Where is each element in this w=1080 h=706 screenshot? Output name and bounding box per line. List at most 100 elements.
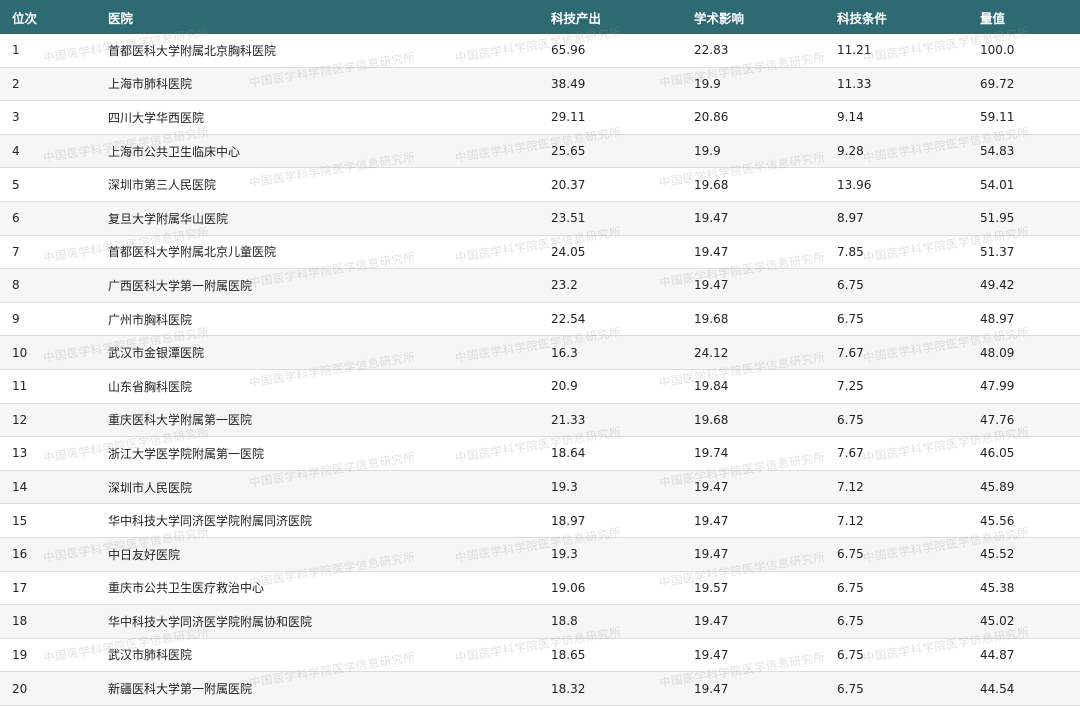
cell-sci-conditions: 9.14: [837, 100, 980, 135]
cell-hospital: 广西医科大学第一附属医院: [108, 268, 551, 303]
cell-academic-impact: 19.57: [694, 571, 837, 606]
table-row: 12 重庆医科大学附属第一医院 21.33 19.68 6.75 47.76: [0, 403, 1080, 438]
cell-rank: 2: [0, 67, 108, 102]
cell-sci-conditions: 7.12: [837, 503, 980, 538]
cell-score: 44.87: [980, 638, 1080, 673]
table-row: 11 山东省胸科医院 20.9 19.84 7.25 47.99: [0, 369, 1080, 404]
cell-score: 48.97: [980, 302, 1080, 337]
cell-sci-conditions: 6.75: [837, 571, 980, 606]
table-row: 14 深圳市人民医院 19.3 19.47 7.12 45.89: [0, 470, 1080, 505]
cell-score: 47.99: [980, 369, 1080, 404]
cell-academic-impact: 24.12: [694, 335, 837, 370]
cell-rank: 19: [0, 638, 108, 673]
cell-score: 46.05: [980, 436, 1080, 471]
cell-hospital: 复旦大学附属华山医院: [108, 201, 551, 236]
cell-sci-conditions: 11.33: [837, 67, 980, 102]
cell-rank: 8: [0, 268, 108, 303]
cell-rank: 18: [0, 604, 108, 639]
cell-sci-conditions: 7.25: [837, 369, 980, 404]
table-row: 15 华中科技大学同济医学院附属同济医院 18.97 19.47 7.12 45.56: [0, 503, 1080, 538]
cell-score: 51.37: [980, 235, 1080, 270]
header-academic-impact: 学术影响: [694, 0, 837, 34]
cell-hospital: 广州市胸科医院: [108, 302, 551, 337]
header-score: 量值: [980, 0, 1080, 34]
table-row: 19 武汉市肺科医院 18.65 19.47 6.75 44.87: [0, 638, 1080, 673]
cell-sci-output: 18.97: [551, 503, 694, 538]
cell-hospital: 中日友好医院: [108, 537, 551, 572]
cell-rank: 7: [0, 235, 108, 270]
cell-rank: 9: [0, 302, 108, 337]
table-row: 18 华中科技大学同济医学院附属协和医院 18.8 19.47 6.75 45.02: [0, 604, 1080, 639]
cell-hospital: 武汉市金银潭医院: [108, 335, 551, 370]
cell-academic-impact: 19.47: [694, 638, 837, 673]
header-rank: 位次: [0, 0, 108, 34]
cell-academic-impact: 19.68: [694, 403, 837, 438]
cell-sci-output: 23.51: [551, 201, 694, 236]
cell-sci-output: 19.3: [551, 470, 694, 505]
cell-sci-conditions: 7.12: [837, 470, 980, 505]
cell-rank: 4: [0, 134, 108, 169]
cell-hospital: 山东省胸科医院: [108, 369, 551, 404]
cell-sci-conditions: 6.75: [837, 671, 980, 706]
table-row: 2 上海市肺科医院 38.49 19.9 11.33 69.72: [0, 67, 1080, 102]
ranking-table: 位次 医院 科技产出 学术影响 科技条件 量值 1 首都医科大学附属北京胸科医院 65.96 2…: [0, 0, 1080, 706]
cell-score: 44.54: [980, 671, 1080, 706]
cell-academic-impact: 19.47: [694, 470, 837, 505]
cell-academic-impact: 19.47: [694, 537, 837, 572]
cell-sci-output: 19.3: [551, 537, 694, 572]
cell-hospital: 重庆市公共卫生医疗救治中心: [108, 571, 551, 606]
cell-score: 45.89: [980, 470, 1080, 505]
cell-sci-conditions: 13.96: [837, 167, 980, 202]
cell-sci-output: 29.11: [551, 100, 694, 135]
cell-sci-output: 24.05: [551, 235, 694, 270]
table-row: 17 重庆市公共卫生医疗救治中心 19.06 19.57 6.75 45.38: [0, 571, 1080, 606]
cell-hospital: 上海市公共卫生临床中心: [108, 134, 551, 169]
table-row: 20 新疆医科大学第一附属医院 18.32 19.47 6.75 44.54: [0, 671, 1080, 706]
cell-academic-impact: 19.47: [694, 268, 837, 303]
cell-rank: 17: [0, 571, 108, 606]
cell-sci-output: 65.96: [551, 34, 694, 68]
table-row: 1 首都医科大学附属北京胸科医院 65.96 22.83 11.21 100.0: [0, 34, 1080, 68]
cell-hospital: 新疆医科大学第一附属医院: [108, 671, 551, 706]
cell-sci-output: 23.2: [551, 268, 694, 303]
cell-sci-conditions: 6.75: [837, 403, 980, 438]
cell-sci-conditions: 6.75: [837, 537, 980, 572]
cell-score: 100.0: [980, 34, 1080, 68]
cell-sci-conditions: 8.97: [837, 201, 980, 236]
cell-academic-impact: 19.74: [694, 436, 837, 471]
cell-rank: 6: [0, 201, 108, 236]
table-row: 16 中日友好医院 19.3 19.47 6.75 45.52: [0, 537, 1080, 572]
cell-rank: 12: [0, 403, 108, 438]
cell-score: 54.01: [980, 167, 1080, 202]
cell-score: 69.72: [980, 67, 1080, 102]
cell-hospital: 四川大学华西医院: [108, 100, 551, 135]
cell-rank: 11: [0, 369, 108, 404]
cell-rank: 3: [0, 100, 108, 135]
cell-academic-impact: 19.47: [694, 201, 837, 236]
cell-rank: 1: [0, 34, 108, 68]
cell-hospital: 首都医科大学附属北京儿童医院: [108, 235, 551, 270]
cell-hospital: 重庆医科大学附属第一医院: [108, 403, 551, 438]
cell-sci-output: 19.06: [551, 571, 694, 606]
table-row: 9 广州市胸科医院 22.54 19.68 6.75 48.97: [0, 302, 1080, 337]
cell-score: 48.09: [980, 335, 1080, 370]
cell-sci-conditions: 6.75: [837, 604, 980, 639]
cell-sci-conditions: 6.75: [837, 638, 980, 673]
cell-academic-impact: 19.84: [694, 369, 837, 404]
cell-sci-conditions: 6.75: [837, 268, 980, 303]
cell-score: 45.38: [980, 571, 1080, 606]
cell-academic-impact: 19.68: [694, 302, 837, 337]
table-row: 6 复旦大学附属华山医院 23.51 19.47 8.97 51.95: [0, 201, 1080, 236]
table-row: 3 四川大学华西医院 29.11 20.86 9.14 59.11: [0, 100, 1080, 135]
cell-score: 59.11: [980, 100, 1080, 135]
cell-sci-output: 20.9: [551, 369, 694, 404]
cell-sci-conditions: 7.67: [837, 335, 980, 370]
cell-hospital: 浙江大学医学院附属第一医院: [108, 436, 551, 471]
cell-academic-impact: 19.9: [694, 67, 837, 102]
cell-sci-output: 21.33: [551, 403, 694, 438]
cell-hospital: 首都医科大学附属北京胸科医院: [108, 34, 551, 68]
table-row: 13 浙江大学医学院附属第一医院 18.64 19.74 7.67 46.05: [0, 436, 1080, 471]
cell-rank: 10: [0, 335, 108, 370]
cell-rank: 16: [0, 537, 108, 572]
cell-academic-impact: 19.47: [694, 604, 837, 639]
